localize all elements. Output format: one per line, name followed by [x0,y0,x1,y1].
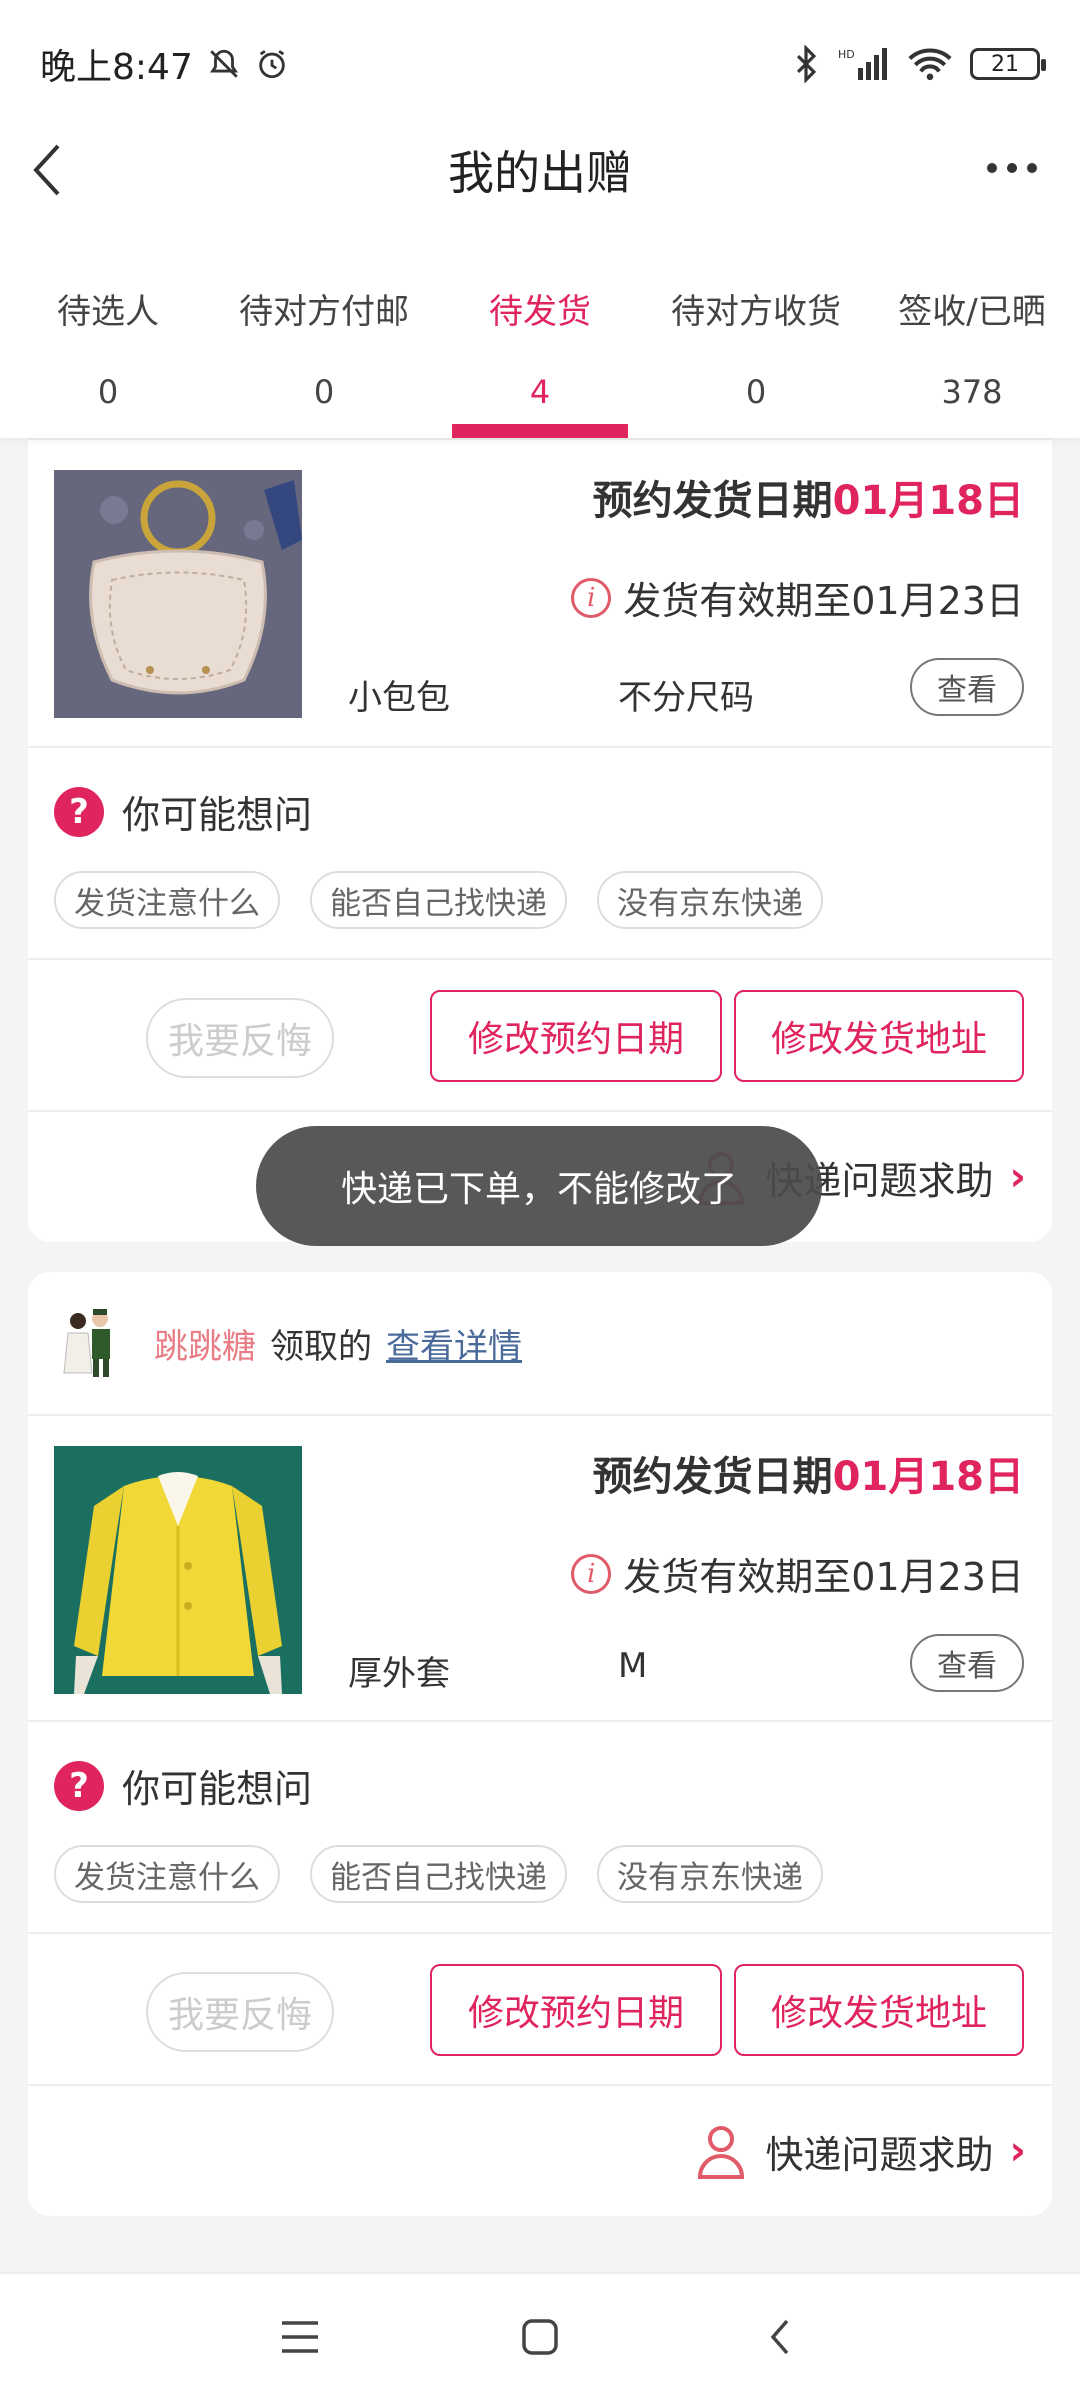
view-button[interactable]: 查看 [910,658,1024,716]
regret-button[interactable]: 我要反悔 [146,998,334,1078]
ship-date-value: 01月18日 [832,478,1024,524]
tab-label: 待对方付邮 [239,292,409,332]
tab-count: 0 [313,373,335,411]
ship-date: 预约发货日期01月18日 [593,1444,1024,1502]
svg-text:HD: HD [838,48,855,61]
ship-date-label: 预约发货日期 [592,478,833,524]
status-bar: 晚上8:47 HD 21 [0,0,1080,128]
question-icon: ? [54,1760,104,1811]
person-icon [697,2126,744,2179]
more-options-icon[interactable] [984,158,1040,178]
regret-button[interactable]: 我要反悔 [146,1972,334,2052]
change-date-button[interactable]: 修改预约日期 [430,990,722,1082]
chevron-right-icon: › [1009,1154,1026,1200]
tab-pending-postage[interactable]: 待对方付邮 0 [216,212,432,438]
bluetooth-icon [796,45,817,83]
faq-chip[interactable]: 没有京东快递 [597,871,823,929]
signal-icon: HD [838,48,887,80]
page-title: 我的出赠 [448,146,632,200]
view-details-link[interactable]: 查看详情 [386,1319,522,1368]
status-time: 晚上8:47 [40,47,193,88]
tab-count: 0 [745,373,767,411]
faq-chip[interactable]: 没有京东快递 [597,1845,823,1903]
faq-section: ? 你可能想问 发货注意什么 能否自己找快递 没有京东快递 [28,1722,1052,1934]
tab-pending-receipt[interactable]: 待对方收货 0 [648,212,864,438]
view-button[interactable]: 查看 [910,1634,1024,1692]
menu-icon[interactable] [270,2307,330,2367]
tab-count: 378 [941,373,1003,411]
faq-chip[interactable]: 发货注意什么 [54,1845,280,1903]
shipping-help-row[interactable]: 快递问题求助 › [28,2086,1052,2216]
faq-title: 你可能想问 [122,1767,313,1811]
faq-chip[interactable]: 能否自己找快递 [310,1845,567,1903]
battery-level: 21 [991,51,1019,77]
system-nav-bar [0,2272,1080,2400]
action-row: 我要反悔 修改预约日期 修改发货地址 [28,960,1052,1112]
order-list: 预约发货日期01月18日 i 发货有效期至01月23日 小包包 不分尺码 查看 … [28,438,1052,2246]
ship-validity: i 发货有效期至01月23日 [571,570,1024,625]
tab-received-shared[interactable]: 签收/已晒 378 [864,212,1080,438]
validity-text: 发货有效期至01月23日 [623,1555,1024,1599]
change-address-button[interactable]: 修改发货地址 [734,1964,1024,2056]
tab-count: 4 [529,373,551,411]
info-icon: i [571,1553,612,1594]
tab-label: 待对方收货 [671,292,841,332]
chevron-right-icon: › [1009,2128,1026,2174]
wifi-icon [908,48,952,81]
ship-date: 预约发货日期01月18日 [593,468,1024,526]
tab-count: 0 [97,373,119,411]
order-card: 跳跳糖 领取的 查看详情 预约发货日期01月18日 i 发货有效期至01月23日… [28,1272,1052,2216]
tab-label: 待选人 [57,292,159,332]
tab-label: 签收/已晒 [898,292,1046,332]
change-date-button[interactable]: 修改预约日期 [430,1964,722,2056]
product-name: 厚外套 [348,1654,450,1694]
ship-validity: i 发货有效期至01月23日 [571,1546,1024,1601]
product-size: 不分尺码 [618,678,754,718]
help-label: 快递问题求助 [765,2132,994,2177]
product-image-bag[interactable] [54,470,302,718]
action-row: 我要反悔 修改预约日期 修改发货地址 [28,1934,1052,2086]
product-row[interactable]: 预约发货日期01月18日 i 发货有效期至01月23日 厚外套 M 查看 [28,1416,1052,1722]
tab-pending-shipment[interactable]: 待发货 4 [432,212,648,438]
product-row[interactable]: 预约发货日期01月18日 i 发货有效期至01月23日 小包包 不分尺码 查看 [28,438,1052,748]
info-icon: i [571,577,612,618]
status-tabs: 待选人 0 待对方付邮 0 待发货 4 待对方收货 0 签收/已晒 378 [0,212,1080,438]
tab-label: 待发货 [489,292,591,332]
faq-title: 你可能想问 [122,793,313,837]
faq-chip[interactable]: 能否自己找快递 [310,871,567,929]
page-header: 我的出赠 [0,128,1080,212]
back-nav-icon[interactable] [750,2307,810,2367]
faq-chip[interactable]: 发货注意什么 [54,871,280,929]
alarm-icon [259,50,285,79]
product-image-coat[interactable] [54,1446,302,1694]
ship-date-label: 预约发货日期 [592,1454,833,1500]
home-icon[interactable] [510,2307,570,2367]
avatar[interactable] [54,1303,124,1383]
mute-bell-icon [209,49,238,78]
receiver-row: 跳跳糖 领取的 查看详情 [28,1272,1052,1416]
back-arrow-icon[interactable] [22,134,82,206]
tab-pending-select[interactable]: 待选人 0 [0,212,216,438]
validity-text: 发货有效期至01月23日 [623,579,1024,623]
question-icon: ? [54,786,104,837]
battery-icon: 21 [970,48,1046,80]
product-size: M [618,1646,648,1686]
order-card: 预约发货日期01月18日 i 发货有效期至01月23日 小包包 不分尺码 查看 … [28,438,1052,1242]
receiver-username[interactable]: 跳跳糖 [154,1319,256,1368]
claimed-text: 领取的 [270,1326,372,1367]
faq-section: ? 你可能想问 发货注意什么 能否自己找快递 没有京东快递 [28,748,1052,960]
ship-date-value: 01月18日 [832,1454,1024,1500]
product-name: 小包包 [348,678,450,718]
toast-message: 快递已下单，不能修改了 [256,1126,822,1246]
change-address-button[interactable]: 修改发货地址 [734,990,1024,1082]
